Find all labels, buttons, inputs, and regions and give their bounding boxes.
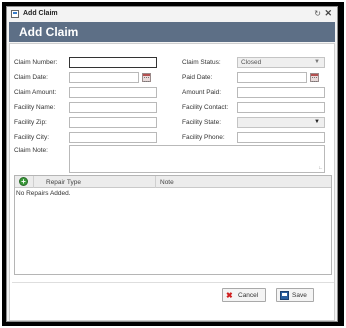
- column-divider: [155, 176, 156, 188]
- claim-status-select[interactable]: Closed ▼: [237, 57, 325, 68]
- claim-date-input[interactable]: [69, 72, 139, 83]
- claim-note-textarea[interactable]: ∟: [69, 145, 325, 173]
- cancel-button[interactable]: ✖ Cancel: [222, 288, 266, 302]
- title-bar[interactable]: Add Claim ↻ ✕: [7, 7, 337, 21]
- x-icon: ✖: [226, 291, 233, 300]
- facility-state-label: Facility State:: [182, 119, 222, 126]
- facility-city-label: Facility City:: [14, 134, 50, 141]
- amount-paid-input[interactable]: [237, 87, 325, 98]
- facility-contact-label: Facility Contact:: [182, 104, 229, 111]
- close-icon[interactable]: ✕: [324, 8, 332, 19]
- chevron-down-icon: ▼: [314, 119, 320, 125]
- add-circle-icon[interactable]: +: [19, 177, 28, 186]
- facility-city-input[interactable]: [69, 132, 157, 143]
- repairs-grid: + Repair Type Note No Repairs Added.: [14, 175, 332, 275]
- save-button[interactable]: Save: [276, 288, 314, 302]
- empty-grid-message: No Repairs Added.: [16, 190, 71, 197]
- chevron-down-icon: ▼: [314, 59, 320, 65]
- add-claim-dialog: Add Claim ↻ ✕ Add Claim Claim Number: Cl…: [6, 6, 338, 322]
- window-icon: [11, 10, 19, 18]
- claim-number-label: Claim Number:: [14, 59, 58, 66]
- facility-phone-input[interactable]: [237, 132, 325, 143]
- paid-date-input[interactable]: [237, 72, 307, 83]
- paid-date-label: Paid Date:: [182, 74, 213, 81]
- column-divider: [33, 176, 34, 188]
- claim-date-calendar-icon[interactable]: [142, 73, 151, 82]
- footer-divider: [12, 282, 334, 283]
- facility-phone-label: Facility Phone:: [182, 134, 225, 141]
- claim-amount-input[interactable]: [69, 87, 157, 98]
- pin-icon[interactable]: ↻: [314, 9, 321, 18]
- repairs-grid-header: + Repair Type Note: [15, 176, 331, 188]
- facility-name-label: Facility Name:: [14, 104, 56, 111]
- facility-zip-label: Facility Zip:: [14, 119, 47, 126]
- window-title: Add Claim: [23, 10, 58, 17]
- facility-zip-input[interactable]: [69, 117, 157, 128]
- claim-note-label: Claim Note:: [14, 147, 48, 154]
- claim-number-input[interactable]: [69, 57, 157, 68]
- header-title: Add Claim: [19, 25, 79, 39]
- amount-paid-label: Amount Paid:: [182, 89, 222, 96]
- claim-amount-label: Claim Amount:: [14, 89, 57, 96]
- claim-date-label: Claim Date:: [14, 74, 48, 81]
- facility-contact-input[interactable]: [237, 102, 325, 113]
- dialog-header: Add Claim: [9, 22, 335, 42]
- claim-status-label: Claim Status:: [182, 59, 221, 66]
- column-note[interactable]: Note: [160, 179, 174, 186]
- paid-date-calendar-icon[interactable]: [310, 73, 319, 82]
- column-repair-type[interactable]: Repair Type: [46, 179, 81, 186]
- facility-name-input[interactable]: [69, 102, 157, 113]
- resize-grip-icon[interactable]: ∟: [318, 165, 323, 171]
- dialog-content: Claim Number: Claim Date: Claim Amount: …: [9, 43, 335, 321]
- floppy-disk-icon: [280, 291, 289, 300]
- facility-state-select[interactable]: ▼: [237, 117, 325, 128]
